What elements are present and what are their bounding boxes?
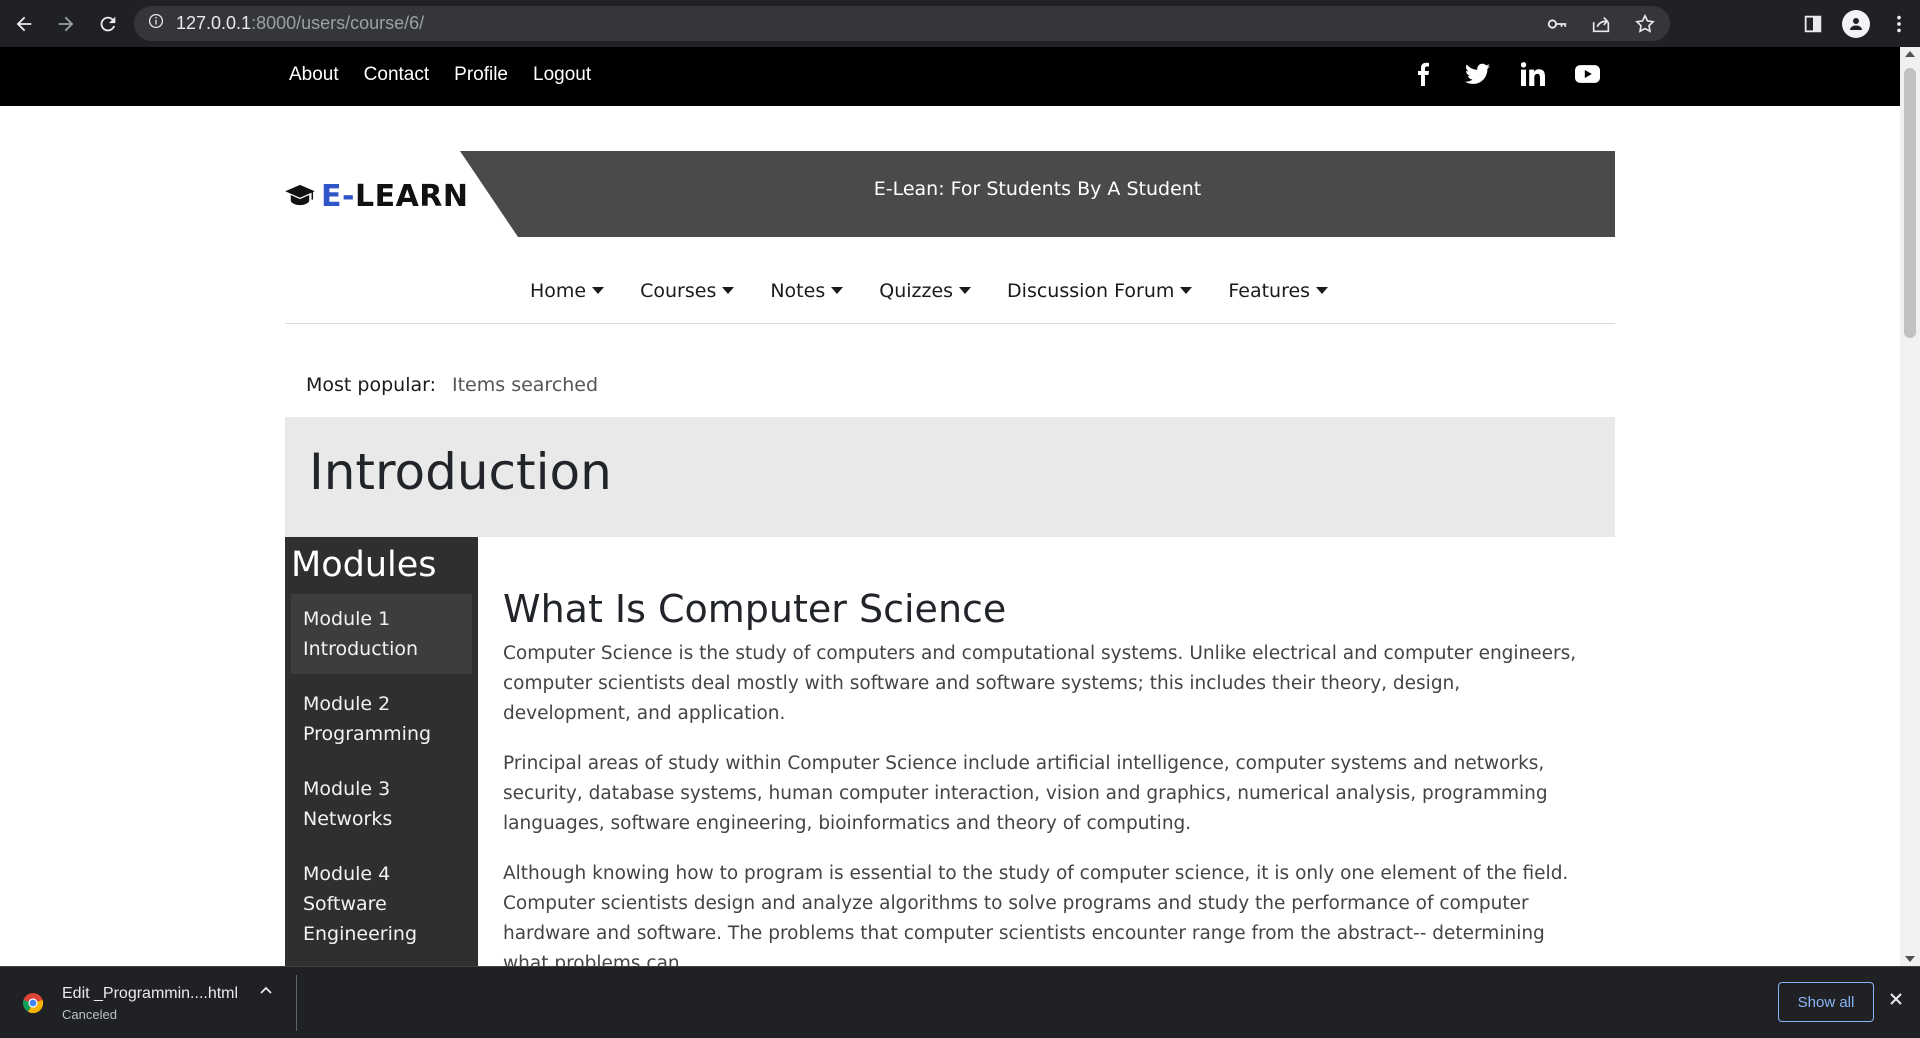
youtube-icon[interactable] bbox=[1575, 61, 1600, 87]
nav-features-label: Features bbox=[1228, 279, 1311, 302]
module-title-cont: Engineering bbox=[303, 923, 417, 945]
reload-button[interactable] bbox=[90, 6, 126, 42]
nav-courses-dropdown[interactable]: Courses bbox=[640, 279, 735, 302]
module-number: Module 4 bbox=[303, 863, 391, 885]
module-title: Networks bbox=[303, 808, 393, 830]
modules-sidebar: Modules Module 1 Introduction Module 2 P… bbox=[285, 537, 478, 966]
nav-notes-dropdown[interactable]: Notes bbox=[770, 279, 844, 302]
download-filename: Edit _Programmin....html bbox=[62, 984, 239, 1002]
key-icon[interactable] bbox=[1546, 13, 1568, 35]
caret-down-icon bbox=[722, 287, 735, 294]
caret-down-icon bbox=[1180, 287, 1193, 294]
nav-home-label: Home bbox=[530, 279, 587, 302]
nav-features-dropdown[interactable]: Features bbox=[1228, 279, 1329, 302]
linkedin-icon[interactable] bbox=[1520, 61, 1545, 87]
graduation-cap-icon bbox=[285, 183, 315, 211]
site-info-icon[interactable] bbox=[148, 13, 164, 34]
modules-heading: Modules bbox=[291, 545, 437, 585]
module-number: Module 1 bbox=[303, 608, 391, 630]
back-button[interactable] bbox=[6, 6, 42, 42]
scroll-up-arrow-icon[interactable] bbox=[1905, 51, 1915, 57]
show-all-button[interactable]: Show all bbox=[1778, 982, 1874, 1022]
caret-down-icon bbox=[1316, 287, 1329, 294]
article-paragraph: Although knowing how to program is essen… bbox=[503, 863, 1569, 966]
download-divider bbox=[296, 975, 297, 1031]
chevron-up-icon[interactable] bbox=[258, 983, 274, 1003]
forward-button[interactable] bbox=[48, 6, 84, 42]
site-logo[interactable]: E-LEARN bbox=[285, 179, 469, 214]
nav-notes-label: Notes bbox=[770, 279, 826, 302]
most-popular-label: Most popular: bbox=[306, 374, 436, 396]
url-path: :8000/users/course/6/ bbox=[251, 13, 425, 33]
module-title: Introduction bbox=[303, 638, 419, 660]
logo-main-text: LEARN bbox=[354, 179, 469, 214]
most-popular-value[interactable]: Items searched bbox=[452, 374, 598, 396]
site-tagline: E-Lean: For Students By A Student bbox=[873, 178, 1202, 200]
nav-quizzes-dropdown[interactable]: Quizzes bbox=[879, 279, 972, 302]
reload-icon bbox=[100, 16, 116, 31]
nav-quizzes-label: Quizzes bbox=[879, 279, 954, 302]
arrow-left-icon bbox=[16, 16, 32, 31]
brand-header: E-LEARN E-Lean: For Students By A Studen… bbox=[285, 151, 1615, 237]
kebab-menu-icon[interactable] bbox=[1888, 13, 1910, 35]
side-panel-icon[interactable] bbox=[1802, 13, 1824, 35]
download-item[interactable]: Edit _Programmin....html Canceled bbox=[22, 981, 292, 1025]
module-item-2[interactable]: Module 2 Programming bbox=[291, 679, 472, 759]
page-viewport: About Contact Profile Logout E-LEARN E-L… bbox=[0, 47, 1900, 966]
facebook-icon[interactable] bbox=[1410, 61, 1435, 87]
nav-courses-label: Courses bbox=[640, 279, 717, 302]
module-item-4[interactable]: Module 4 Software Engineering bbox=[291, 849, 472, 959]
page-scrollbar[interactable] bbox=[1900, 47, 1920, 966]
social-links bbox=[1410, 61, 1600, 87]
page-title: Introduction bbox=[309, 443, 612, 501]
close-icon[interactable] bbox=[1888, 991, 1904, 1011]
download-shelf: Edit _Programmin....html Canceled Show a… bbox=[0, 966, 1920, 1038]
main-navigation: Home Courses Notes Quizzes Discussion Fo… bbox=[285, 257, 1615, 324]
download-status: Canceled bbox=[62, 1006, 117, 1022]
module-title: Programming bbox=[303, 723, 432, 745]
article-content: What Is Computer Science Computer Scienc… bbox=[503, 587, 1593, 966]
article-paragraph: Computer Science is the study of compute… bbox=[503, 643, 1577, 724]
about-link[interactable]: About bbox=[289, 64, 339, 86]
scroll-down-arrow-icon[interactable] bbox=[1905, 956, 1915, 962]
chrome-file-icon bbox=[22, 993, 44, 1014]
contact-link[interactable]: Contact bbox=[364, 64, 429, 86]
logo-accent-text: E- bbox=[321, 179, 355, 214]
module-title: Software bbox=[303, 893, 387, 915]
browser-toolbar: 127.0.0.1:8000/users/course/6/ bbox=[0, 0, 1920, 47]
caret-down-icon bbox=[592, 287, 605, 294]
bookmark-star-icon[interactable] bbox=[1634, 13, 1656, 35]
tagline-banner: E-Lean: For Students By A Student bbox=[460, 151, 1615, 237]
share-icon[interactable] bbox=[1590, 13, 1612, 35]
module-item-3[interactable]: Module 3 Networks bbox=[291, 764, 472, 844]
logout-link[interactable]: Logout bbox=[533, 64, 591, 86]
nav-forum-dropdown[interactable]: Discussion Forum bbox=[1007, 279, 1193, 302]
article-paragraph: Principal areas of study within Computer… bbox=[503, 753, 1548, 834]
caret-down-icon bbox=[959, 287, 972, 294]
page-title-band: Introduction bbox=[285, 417, 1615, 537]
twitter-icon[interactable] bbox=[1465, 61, 1490, 87]
module-item-1[interactable]: Module 1 Introduction bbox=[291, 594, 472, 674]
caret-down-icon bbox=[831, 287, 844, 294]
top-links: About Contact Profile Logout bbox=[289, 47, 591, 102]
arrow-right-icon bbox=[58, 16, 74, 31]
scroll-thumb[interactable] bbox=[1904, 68, 1916, 338]
url-host: 127.0.0.1 bbox=[176, 13, 252, 33]
module-number: Module 3 bbox=[303, 778, 391, 800]
nav-home-dropdown[interactable]: Home bbox=[530, 279, 605, 302]
top-bar: About Contact Profile Logout bbox=[0, 47, 1900, 106]
profile-avatar-icon[interactable] bbox=[1842, 9, 1870, 38]
article-heading: What Is Computer Science bbox=[503, 587, 1007, 631]
nav-forum-label: Discussion Forum bbox=[1007, 279, 1175, 302]
address-bar[interactable]: 127.0.0.1:8000/users/course/6/ bbox=[134, 6, 1670, 41]
module-number: Module 2 bbox=[303, 693, 391, 715]
most-popular-bar: Most popular: Items searched bbox=[306, 374, 598, 396]
profile-link[interactable]: Profile bbox=[454, 64, 508, 86]
